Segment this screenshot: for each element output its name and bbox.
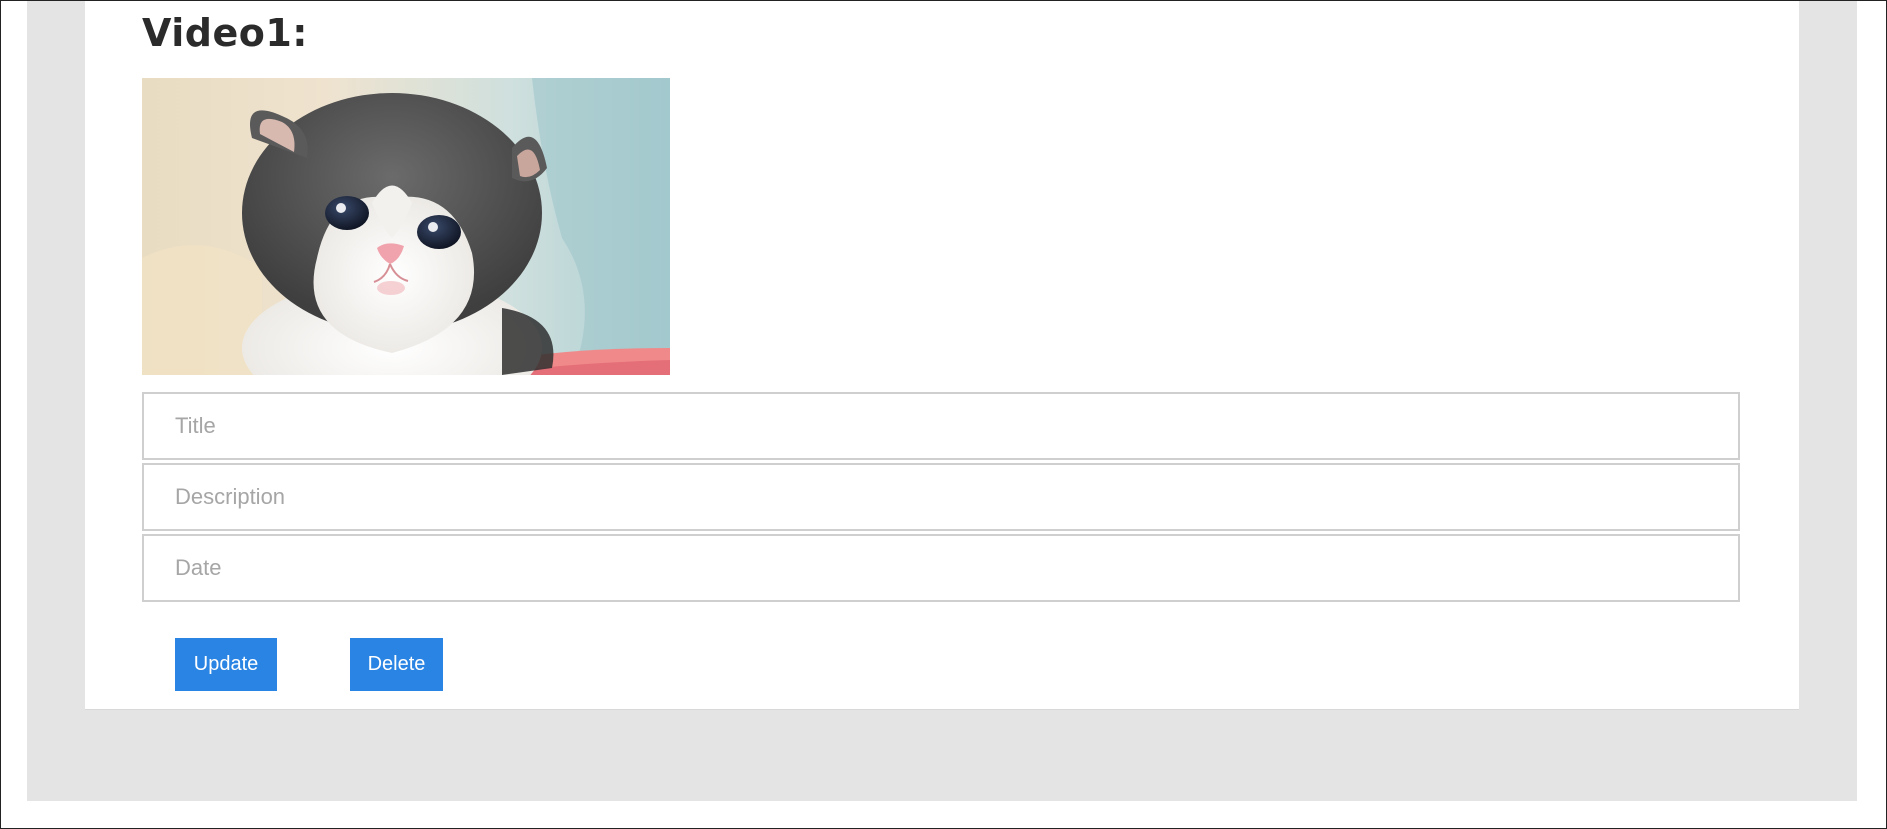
- update-button[interactable]: Update: [175, 638, 277, 691]
- description-input[interactable]: [142, 463, 1740, 531]
- title-input[interactable]: [142, 392, 1740, 460]
- video-heading: Video1:: [142, 11, 308, 55]
- delete-button[interactable]: Delete: [350, 638, 443, 691]
- video-thumbnail[interactable]: [142, 78, 670, 375]
- kitten-image: [142, 78, 670, 375]
- browser-frame: Video1: Title Description Date Update De…: [0, 0, 1887, 829]
- date-input[interactable]: [142, 534, 1740, 602]
